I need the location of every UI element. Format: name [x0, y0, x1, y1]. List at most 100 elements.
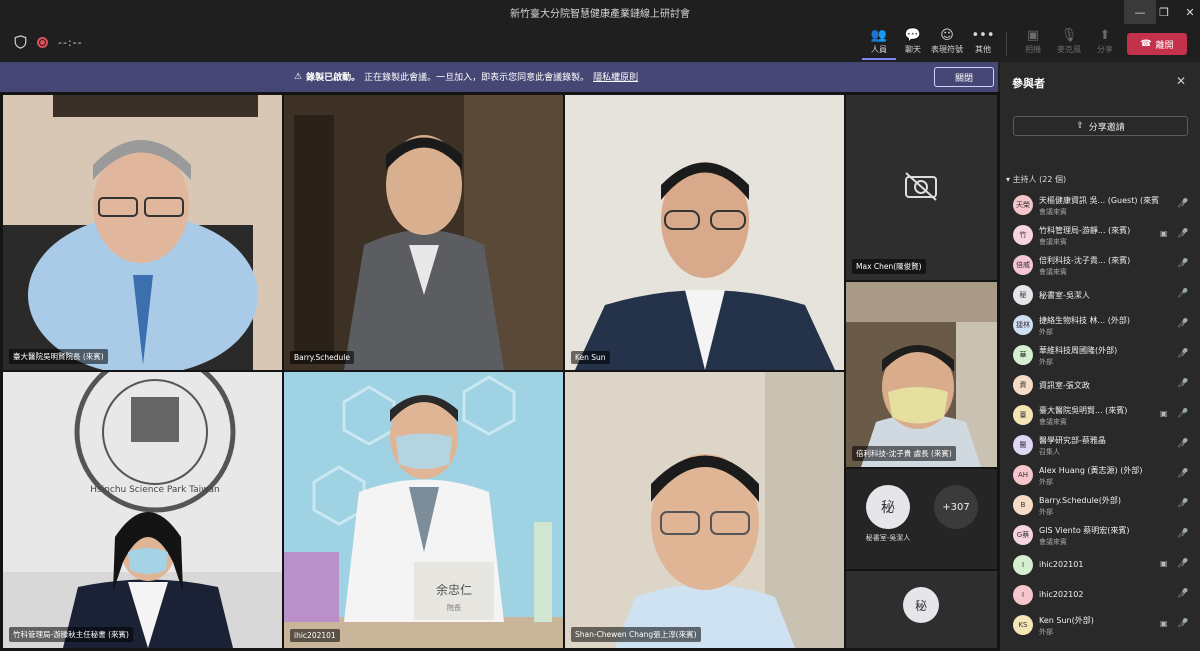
participants-panel: 參與者 ✕ ⇪ 分享邀請 ▾ 主持人 (22 個) 天榮 天樞健康資訊 吳...… [1000, 62, 1200, 651]
list-item[interactable]: 資 資訊室-張文政 🎤̸ [1000, 370, 1200, 400]
video-tile[interactable]: Max Chen(陳俊賢) [846, 95, 997, 280]
video-feed [284, 95, 563, 370]
people-icon: 👥 [870, 28, 888, 43]
privacy-link[interactable]: 隱私權原則 [593, 70, 638, 83]
close-icon[interactable]: ✕ [1176, 74, 1186, 88]
chat-button[interactable]: 💬 聊天 [896, 28, 930, 60]
meeting-timer: --:-- [58, 35, 83, 49]
list-item[interactable]: 臺 臺大醫院吳明賢... (來賓) 會議來賓 ▣ 🎤 [1000, 400, 1200, 430]
mic-muted-icon: 🎤̸ [1177, 589, 1189, 599]
close-window-button[interactable]: ✕ [1174, 0, 1200, 24]
mic-muted-icon: 🎤̸ [1177, 619, 1189, 629]
avatar: 捷林 [1013, 315, 1033, 335]
list-item[interactable]: 竹 竹科管理局-游靜... (來賓) 會議來賓 ▣ 🎤̸ [1000, 220, 1200, 250]
list-item[interactable]: 秘 秘書室-吳潔人 🎤 [1000, 280, 1200, 310]
avatar: B [1013, 495, 1033, 515]
video-feed: 余忠仁 院長 [284, 372, 563, 648]
camera-icon: ▣ [1026, 28, 1040, 43]
chevron-down-icon: ▾ [1006, 175, 1011, 184]
mic-muted-icon: 🎤̸ [1177, 439, 1189, 449]
shield-icon [14, 35, 27, 49]
people-button[interactable]: 👥 人員 [862, 28, 896, 60]
video-feed [565, 95, 844, 370]
mic-muted-icon: 🎤̸ [1177, 259, 1189, 269]
banner-close-button[interactable]: 關閉 [934, 67, 994, 87]
avatar-name: 秘書室-吳潔人 [865, 534, 911, 542]
reactions-icon: ☺ [940, 28, 954, 43]
participant-name: 臺大醫院吳明賢院長 (來賓) [9, 349, 108, 364]
list-item[interactable]: AH Alex Huang (黃志源) (外部) 外部 🎤̸ [1000, 460, 1200, 490]
list-item[interactable]: 華 華維科技周國隆(外部) 外部 🎤̸ [1000, 340, 1200, 370]
camera-icon: ▣ [1160, 559, 1168, 568]
leave-button[interactable]: ☎ 離開 [1127, 33, 1187, 55]
avatar: G蔡 [1013, 525, 1033, 545]
video-tile[interactable]: Shan-Chewen Chang張上淳(來賓) [565, 372, 844, 648]
list-item[interactable]: KS Ken Sun(外部) 外部 ▣ 🎤̸ [1000, 610, 1200, 640]
window-title: 新竹臺大分院智慧健康產業鏈線上研討會 [510, 9, 690, 20]
list-item[interactable]: 捷林 捷絡生物科技 林... (外部) 外部 🎤̸ [1000, 310, 1200, 340]
more-button[interactable]: ••• 其他 [966, 28, 1000, 60]
overflow-participants: 秘 秘書室-吳潔人 +307 [846, 469, 997, 569]
presenters-section-header[interactable]: ▾ 主持人 (22 個) [1006, 174, 1066, 185]
mic-muted-icon: 🎤̸ [1177, 499, 1189, 509]
warning-icon: ⚠ [294, 71, 303, 82]
microphone-icon: 🎤 [1177, 289, 1189, 299]
participant-list: 天榮 天樞健康資訊 吳... (Guest) (來賓) 會議來賓 🎤̸ 竹 竹科… [1000, 190, 1200, 640]
video-tile[interactable]: Ken Sun [565, 95, 844, 370]
avatar: 臺 [1013, 405, 1033, 425]
mic-muted-icon: 🎤̸ [1177, 349, 1189, 359]
microphone-icon: 🎙 [1060, 28, 1078, 43]
video-feed [846, 282, 997, 467]
more-participants-button[interactable]: +307 [934, 485, 978, 529]
avatar[interactable]: 秘 [866, 485, 910, 529]
microphone-button[interactable]: 🎙 麥克風 [1052, 28, 1086, 60]
title-bar: 新竹臺大分院智慧健康產業鏈線上研討會 — ❐ ✕ [0, 0, 1200, 24]
camera-icon: ▣ [1160, 409, 1168, 418]
toolbar-divider [1006, 32, 1007, 56]
mic-muted-icon: 🎤̸ [1177, 379, 1189, 389]
video-tile[interactable]: 余忠仁 院長 ihic202101 [284, 372, 563, 648]
video-feed [3, 95, 282, 370]
avatar: AH [1013, 465, 1033, 485]
avatar: 秘 [1013, 285, 1033, 305]
list-item[interactable]: 倍威 倍利科技-沈子貴... (來賓) 會議來賓 🎤̸ [1000, 250, 1200, 280]
desk-sign: 余忠仁 [436, 582, 472, 597]
share-invite-button[interactable]: ⇪ 分享邀請 [1013, 116, 1188, 136]
participant-name: Ken Sun [571, 351, 610, 364]
banner-title: 錄製已啟動。 [306, 73, 361, 83]
list-item[interactable]: 醫 醫學研究部-蔡雅晶 召集人 🎤̸ [1000, 430, 1200, 460]
recording-banner: ⚠ 錄製已啟動。 正在錄製此會議。一旦加入，即表示您同意此會議錄製。 隱私權原則… [0, 62, 998, 92]
participant-name: 竹科管理局-游滕秋主任秘書 (來賓) [9, 627, 133, 642]
mic-muted-icon: 🎤̸ [1177, 469, 1189, 479]
list-item[interactable]: B Barry.Schedule(外部) 外部 🎤̸ [1000, 490, 1200, 520]
recording-icon [37, 36, 48, 48]
mic-muted-icon: 🎤̸ [1177, 199, 1189, 209]
avatar: 竹 [1013, 225, 1033, 245]
camera-icon: ▣ [1160, 619, 1168, 628]
video-tile[interactable]: Hsinchu Science Park Taiwan 竹科管理局-游滕秋主任秘… [3, 372, 282, 648]
list-item[interactable]: G蔡 GIS Viento 蔡明宏(來賓) 會議來賓 🎤̸ [1000, 520, 1200, 550]
mic-muted-icon: 🎤̸ [1177, 229, 1189, 239]
list-item[interactable]: I ihic202102 🎤̸ [1000, 580, 1200, 610]
chat-icon: 💬 [904, 28, 922, 43]
avatar: 倍威 [1013, 255, 1033, 275]
video-tile[interactable]: Barry.Schedule [284, 95, 563, 370]
list-item[interactable]: I ihic202101 ▣ 🎤̸ [1000, 550, 1200, 580]
more-icon: ••• [971, 28, 995, 43]
camera-button[interactable]: ▣ 相機 [1016, 28, 1050, 60]
avatar: 華 [1013, 345, 1033, 365]
video-tile[interactable]: 臺大醫院吳明賢院長 (來賓) [3, 95, 282, 370]
list-item[interactable]: 天榮 天樞健康資訊 吳... (Guest) (來賓) 會議來賓 🎤̸ [1000, 190, 1200, 220]
phone-icon: ☎ [1140, 39, 1152, 49]
avatar: 天榮 [1013, 195, 1033, 215]
banner-message: 正在錄製此會議。一旦加入，即表示您同意此會議錄製。 [364, 73, 590, 83]
avatar: I [1013, 555, 1033, 575]
video-tile[interactable]: 秘 [846, 571, 997, 648]
video-tile[interactable]: 倍利科技-沈子貴 處長 (來賓) [846, 282, 997, 467]
mic-muted-icon: 🎤̸ [1177, 529, 1189, 539]
mic-muted-icon: 🎤̸ [1177, 559, 1189, 569]
avatar: 資 [1013, 375, 1033, 395]
share-button[interactable]: ⬆ 分享 [1088, 28, 1122, 60]
microphone-icon: 🎤 [1177, 409, 1189, 419]
reactions-button[interactable]: ☺ 表現符號 [930, 28, 964, 60]
